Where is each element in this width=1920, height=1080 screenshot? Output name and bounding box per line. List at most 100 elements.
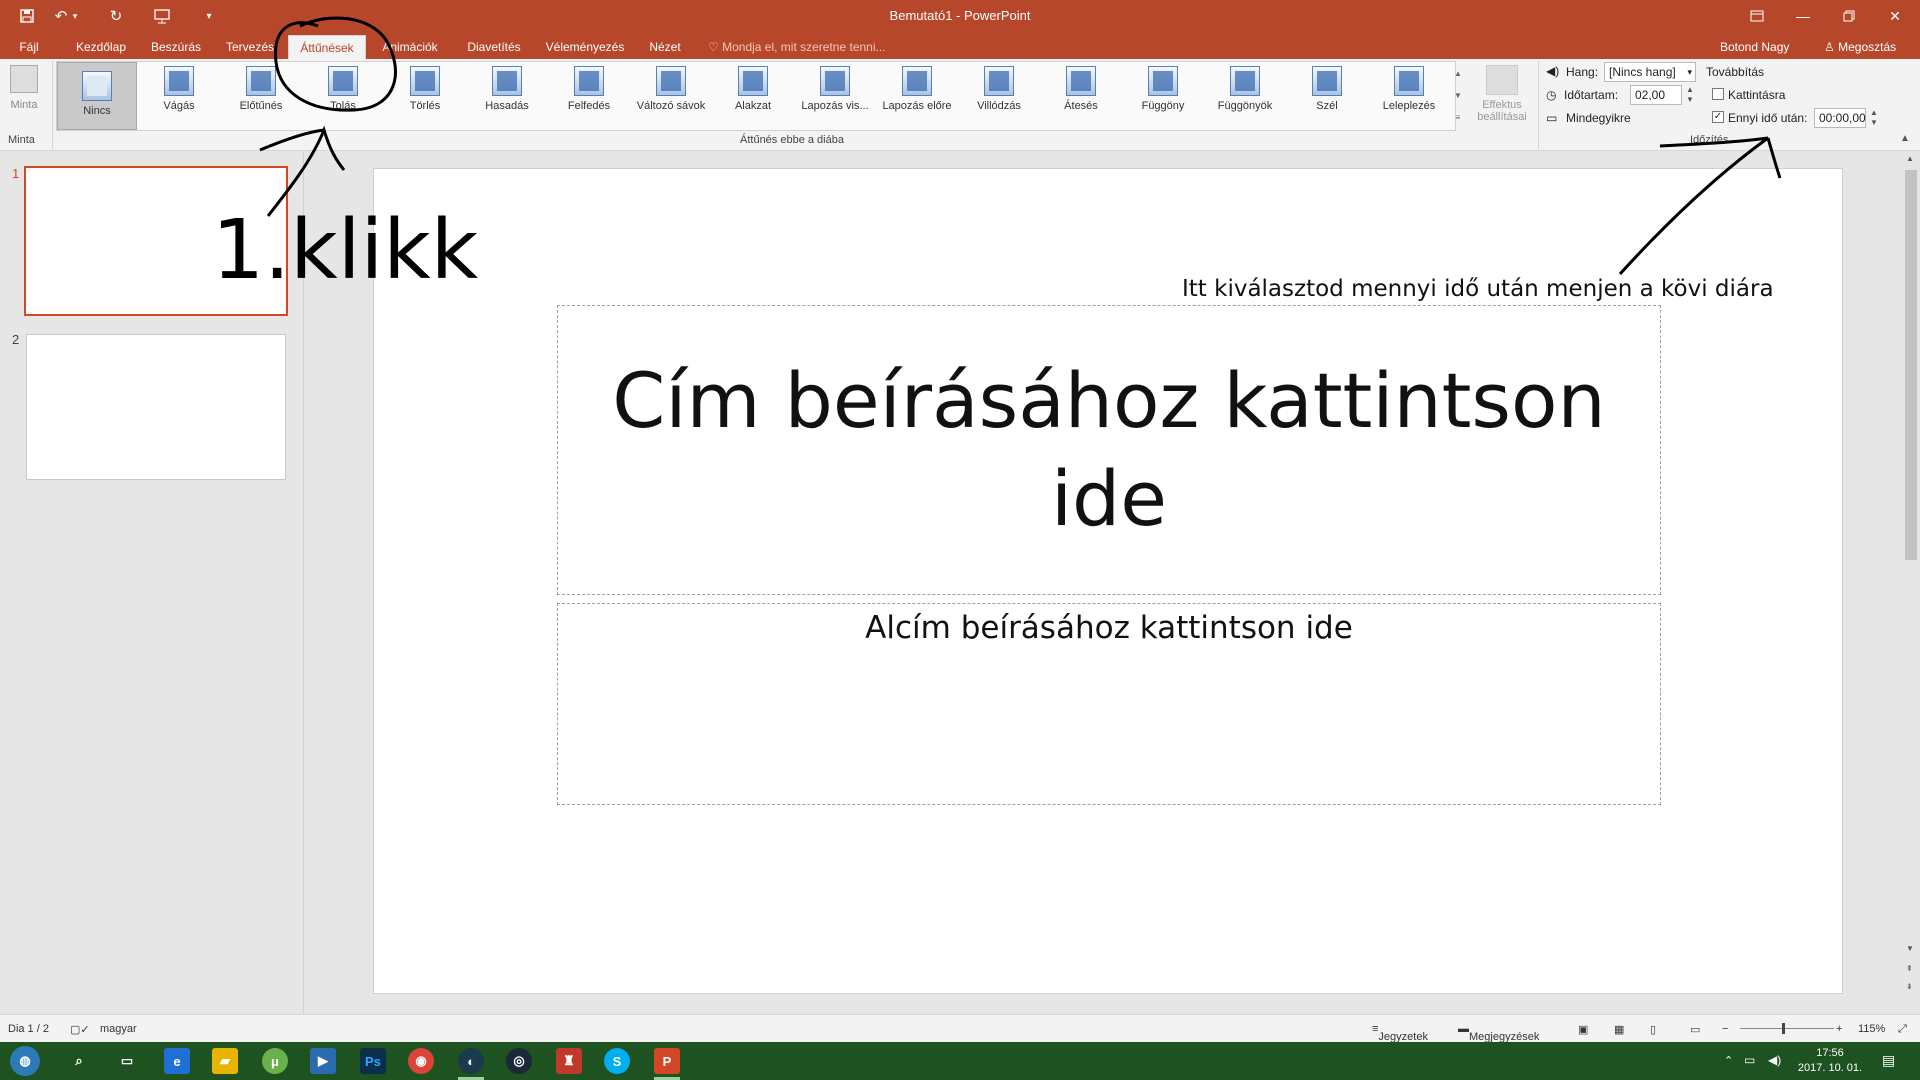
apply-all-icon: ▭ (1546, 111, 1558, 125)
ribbon-display-options-icon[interactable] (1734, 0, 1780, 32)
volume-icon[interactable]: ◀) (1768, 1053, 1781, 1067)
preview-label: Minta (10, 99, 38, 111)
vertical-scrollbar[interactable]: ▲ ▼ ⇞ ⇟ (1902, 152, 1920, 1014)
effect-options-line2: beállításai (1477, 111, 1527, 123)
steam-icon[interactable]: ◎ (506, 1048, 532, 1074)
minimize-icon[interactable]: — (1780, 0, 1826, 32)
share-button[interactable]: ♙ Megosztás (1824, 35, 1896, 59)
transition-drape[interactable]: Függöny (1123, 66, 1203, 122)
sound-label: Hang: (1566, 65, 1599, 79)
tab-home[interactable]: Kezdőlap (66, 35, 136, 59)
transition-cut[interactable]: Vágás (139, 66, 219, 122)
tab-slideshow[interactable]: Diavetítés (456, 35, 532, 59)
after-time-spinner[interactable]: ▲ ▼ (1868, 108, 1880, 128)
tab-animations[interactable]: Animációk (374, 35, 446, 59)
duration-spinner[interactable]: ▲ ▼ (1684, 85, 1696, 105)
language-indicator[interactable]: magyar (100, 1023, 137, 1035)
app-icon[interactable]: ◐ (458, 1048, 484, 1080)
title-placeholder-text: Cím beírásához kattintson ide (612, 356, 1606, 543)
apply-to-all-button[interactable]: Mindegyikre (1566, 111, 1631, 125)
sound-dropdown[interactable]: [Nincs hang] ▾ (1604, 62, 1696, 82)
transition-curtains[interactable]: Függönyök (1205, 66, 1285, 122)
powerpoint-icon[interactable]: P (654, 1048, 680, 1080)
tab-file[interactable]: Fájl (8, 35, 50, 59)
reading-view-icon[interactable]: ▯ (1650, 1023, 1656, 1036)
close-icon[interactable]: ✕ (1872, 0, 1918, 32)
popcorn-icon[interactable]: ♜ (556, 1048, 582, 1074)
skype-icon[interactable]: S (604, 1048, 630, 1074)
transition-wind[interactable]: Szél (1287, 66, 1367, 122)
scroll-down-icon[interactable]: ▼ (1906, 944, 1914, 953)
chrome-icon[interactable]: ◉ (408, 1048, 434, 1074)
slide-thumbnail-2[interactable] (26, 334, 286, 480)
transition-random-bars[interactable]: Változó sávok (631, 66, 711, 122)
comments-button[interactable]: ▬ Megjegyzések (1458, 1023, 1539, 1043)
tab-review[interactable]: Véleményezés (540, 35, 630, 59)
utorrent-icon[interactable]: μ (262, 1048, 288, 1074)
system-clock[interactable]: 17:56 2017. 10. 01. (1788, 1046, 1872, 1076)
next-slide-icon[interactable]: ⇟ (1906, 982, 1913, 991)
transition-push[interactable]: Tolás (303, 66, 383, 122)
slide-sorter-icon[interactable]: ▦ (1614, 1023, 1624, 1036)
zoom-in-icon[interactable]: + (1836, 1023, 1842, 1035)
restore-icon[interactable] (1826, 0, 1872, 32)
start-button-icon[interactable]: ◍ (10, 1046, 40, 1076)
transition-reveal[interactable]: Felfedés (549, 66, 629, 122)
network-icon[interactable]: ▭ (1744, 1053, 1755, 1067)
chevron-down-icon: ▾ (1687, 67, 1692, 77)
transition-split[interactable]: Hasadás (467, 66, 547, 122)
fit-slide-icon[interactable]: ⤢ (1898, 1023, 1907, 1036)
action-center-icon[interactable]: ▤ (1882, 1052, 1895, 1069)
media-player-icon[interactable]: ▶ (310, 1048, 336, 1074)
transition-cover[interactable]: Lapozás előre (877, 66, 957, 122)
annotation-click-note: 1.klikk (212, 203, 479, 298)
tell-me-search[interactable]: ♡ Mondja el, mit szeretne tenni... (708, 35, 886, 59)
scrollbar-thumb[interactable] (1905, 170, 1917, 560)
transition-none[interactable]: Nincs (57, 62, 137, 130)
photoshop-icon[interactable]: Ps (360, 1048, 386, 1074)
transition-fall-over[interactable]: Átesés (1041, 66, 1121, 122)
on-click-checkbox[interactable] (1712, 88, 1724, 100)
transition-uncover[interactable]: Lapozás vis... (795, 66, 875, 122)
slide-number: 1 (12, 166, 20, 181)
task-view-icon[interactable]: ▭ (114, 1048, 140, 1074)
effect-options-button[interactable]: Effektus beállításai (1470, 63, 1534, 133)
subtitle-placeholder[interactable]: Alcím beírásához kattintson ide (557, 603, 1661, 805)
tell-me-placeholder: Mondja el, mit szeretne tenni... (722, 40, 886, 54)
show-hidden-icons[interactable]: ⌃ (1724, 1054, 1733, 1067)
tab-view[interactable]: Nézet (640, 35, 690, 59)
search-icon[interactable]: ⌕ (66, 1048, 92, 1074)
previous-slide-icon[interactable]: ⇞ (1906, 964, 1913, 973)
tab-transitions[interactable]: Áttűnések (288, 35, 366, 59)
collapse-ribbon-icon[interactable]: ▲ (1900, 133, 1910, 144)
title-placeholder[interactable]: Cím beírásához kattintson ide (557, 305, 1661, 595)
taskbar: ◍ ⌕ ▭ e ▰ μ ▶ Ps ◉ ◐ ◎ ♜ S P ⌃ ▭ ◀) 17:5… (0, 1042, 1920, 1080)
transition-fade[interactable]: Előtűnés (221, 66, 301, 122)
zoom-out-icon[interactable]: − (1722, 1023, 1728, 1035)
notes-button[interactable]: ≡ Jegyzetek (1372, 1023, 1428, 1043)
zoom-level[interactable]: 115% (1858, 1023, 1885, 1035)
preview-button[interactable]: Minta (4, 63, 44, 119)
transition-prestige[interactable]: Leleplezés (1369, 66, 1449, 122)
preview-icon (10, 65, 38, 93)
after-time-input[interactable]: 00:00,00 (1814, 108, 1866, 128)
user-name[interactable]: Botond Nagy (1720, 35, 1789, 59)
gallery-scroll[interactable]: ▲ ▼ ≡ (1452, 63, 1464, 129)
spellcheck-icon[interactable]: ▢✓ (70, 1023, 90, 1036)
after-checkbox[interactable]: ✓ (1712, 111, 1724, 123)
tab-design[interactable]: Tervezés (218, 35, 282, 59)
zoom-slider[interactable] (1740, 1028, 1834, 1029)
scroll-up-icon[interactable]: ▲ (1906, 154, 1914, 163)
normal-view-icon[interactable]: ▣ (1578, 1023, 1588, 1036)
transition-shape[interactable]: Alakzat (713, 66, 793, 122)
zoom-slider-thumb[interactable] (1782, 1023, 1785, 1034)
transition-wipe[interactable]: Törlés (385, 66, 465, 122)
file-explorer-icon[interactable]: ▰ (212, 1048, 238, 1074)
edge-icon[interactable]: e (164, 1048, 190, 1074)
transition-flash[interactable]: Villódzás (959, 66, 1039, 122)
duration-label: Időtartam: (1564, 88, 1619, 102)
sound-value: [Nincs hang] (1609, 65, 1676, 79)
tab-insert[interactable]: Beszúrás (142, 35, 210, 59)
slideshow-view-icon[interactable]: ▭ (1690, 1023, 1700, 1036)
duration-input[interactable]: 02,00 (1630, 85, 1682, 105)
